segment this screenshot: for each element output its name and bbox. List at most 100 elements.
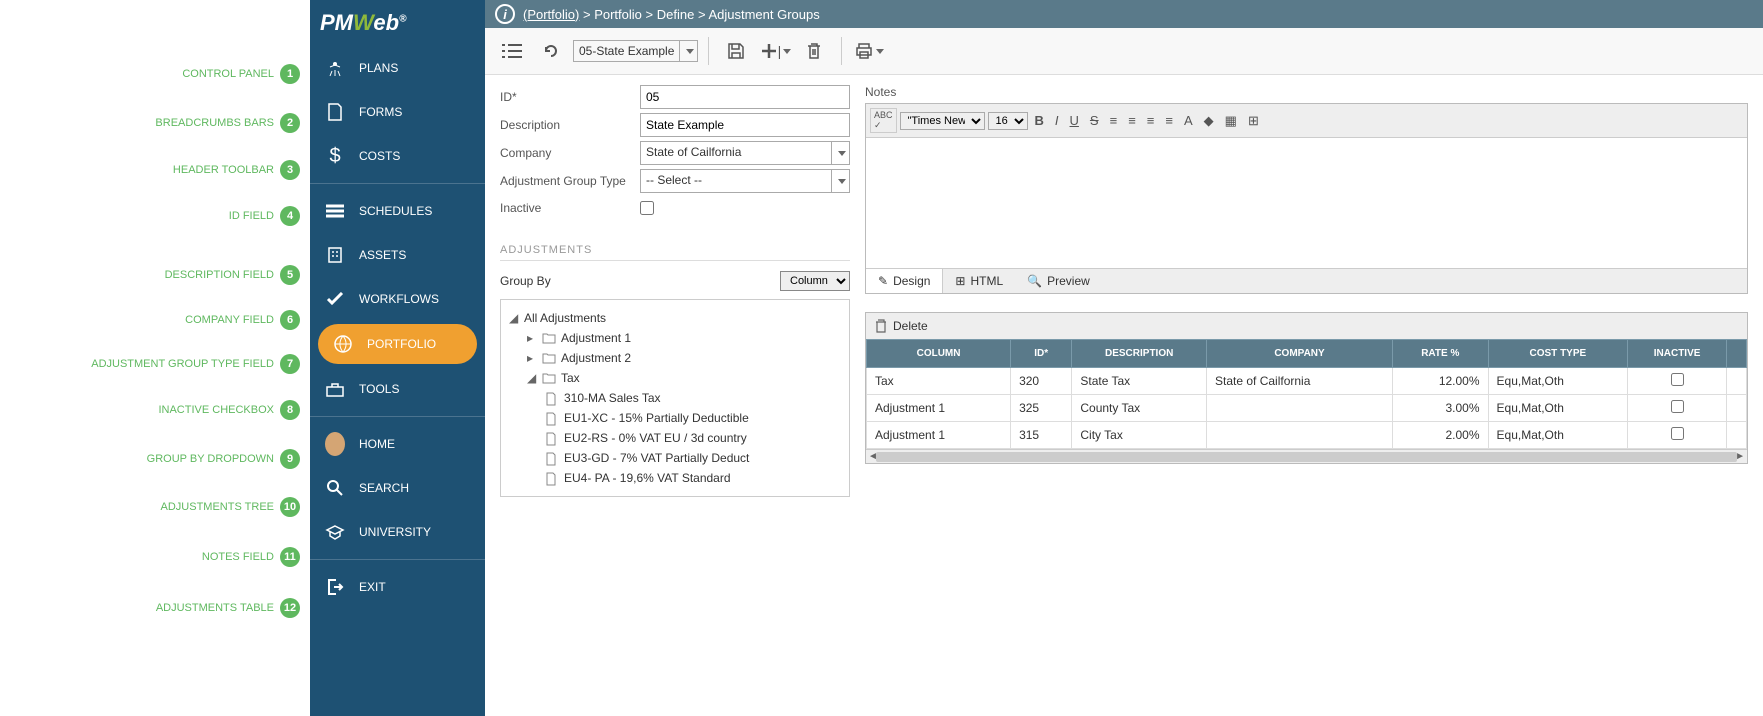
breadcrumb-define[interactable]: Define [657, 7, 695, 22]
add-button[interactable]: | [758, 34, 792, 68]
adjustment-group-type-field[interactable]: -- Select -- [640, 169, 850, 193]
tree-folder[interactable]: ◢ Tax [509, 368, 841, 388]
inactive-label: Inactive [500, 197, 640, 219]
breadcrumb-root[interactable]: (Portfolio) [523, 7, 579, 22]
file-icon [545, 432, 559, 444]
tree-folder[interactable]: ▸ Adjustment 2 [509, 348, 841, 368]
annotation-9: GROUP BY DROPDOWN9 [147, 449, 300, 469]
underline-icon[interactable]: U [1066, 111, 1083, 130]
table-delete-label[interactable]: Delete [893, 319, 928, 333]
tree-folder[interactable]: ▸ Adjustment 1 [509, 328, 841, 348]
annotation-10: ADJUSTMENTS TREE10 [161, 497, 300, 517]
tree-leaf[interactable]: EU4- PA - 19,6% VAT Standard [509, 468, 841, 488]
sidebar-item-schedules[interactable]: SCHEDULES [310, 189, 485, 233]
file-icon [545, 472, 559, 484]
undo-button[interactable] [534, 34, 568, 68]
form-fields: ID* Description Company State of Cailfor… [500, 85, 850, 219]
sidebar-item-tools[interactable]: TOOLS [310, 367, 485, 411]
sidebar-item-label: HOME [359, 437, 395, 451]
strike-icon[interactable]: S [1086, 111, 1103, 130]
sidebar-item-costs[interactable]: $COSTS [310, 134, 485, 178]
record-selector[interactable]: 05-State Example [573, 40, 698, 62]
adjustments-tree[interactable]: ◢ All Adjustments▸ Adjustment 1▸ Adjustm… [500, 299, 850, 497]
description-label: Description [500, 114, 640, 136]
row-inactive-checkbox[interactable] [1671, 400, 1684, 413]
list-toggle-button[interactable] [495, 34, 529, 68]
inactive-checkbox[interactable] [640, 201, 654, 215]
sidebar-item-home[interactable]: HOME [310, 422, 485, 466]
assets-icon [325, 245, 345, 265]
control-panel: PMWeb® PLANSFORMS$COSTSSCHEDULESASSETSWO… [310, 0, 485, 716]
table-row[interactable]: Adjustment 1315City Tax2.00%Equ,Mat,Oth [867, 422, 1747, 449]
sidebar-item-label: WORKFLOWS [359, 292, 439, 306]
info-icon[interactable]: i [495, 4, 515, 24]
tree-leaf[interactable]: EU3-GD - 7% VAT Partially Deduct [509, 448, 841, 468]
table-header[interactable]: RATE % [1393, 340, 1489, 368]
search-icon [325, 478, 345, 498]
spellcheck-icon[interactable]: ABC✓ [870, 108, 897, 133]
sidebar-item-portfolio[interactable]: PORTFOLIO [318, 324, 477, 364]
group-by-dropdown[interactable]: Column [780, 271, 850, 291]
folder-icon [542, 332, 556, 344]
tree-leaf[interactable]: EU1-XC - 15% Partially Deductible [509, 408, 841, 428]
table-row[interactable]: Adjustment 1325County Tax3.00%Equ,Mat,Ot… [867, 395, 1747, 422]
sidebar-item-label: SCHEDULES [359, 204, 432, 218]
notes-tab-html[interactable]: ⊞ HTML [943, 269, 1015, 293]
costs-icon: $ [325, 146, 345, 166]
sidebar-item-workflows[interactable]: WORKFLOWS [310, 277, 485, 321]
table-header[interactable]: DESCRIPTION [1072, 340, 1207, 368]
exit-icon [325, 577, 345, 597]
fill-color-icon[interactable]: ◆ [1200, 111, 1218, 131]
notes-label: Notes [865, 85, 1748, 99]
row-inactive-checkbox[interactable] [1671, 427, 1684, 440]
logo-eb: eb [373, 10, 399, 35]
align-right-icon[interactable]: ≡ [1143, 111, 1159, 130]
id-field[interactable] [640, 85, 850, 109]
folder-icon [542, 372, 556, 384]
table-header[interactable]: INACTIVE [1628, 340, 1727, 368]
table-icon[interactable]: ⊞ [1244, 111, 1263, 131]
font-color-icon[interactable]: A [1180, 111, 1197, 130]
company-field[interactable]: State of Cailfornia [640, 141, 850, 165]
company-label: Company [500, 142, 640, 164]
notes-editor[interactable] [866, 138, 1747, 268]
sidebar-item-university[interactable]: UNIVERSITY [310, 510, 485, 554]
tree-leaf[interactable]: 310-MA Sales Tax [509, 388, 841, 408]
sidebar-item-assets[interactable]: ASSETS [310, 233, 485, 277]
sidebar-item-forms[interactable]: FORMS [310, 90, 485, 134]
notes-tab-preview[interactable]: 🔍 Preview [1015, 269, 1102, 293]
table-row[interactable]: Tax320State TaxState of Cailfornia12.00%… [867, 368, 1747, 395]
font-select[interactable]: "Times New ... [900, 112, 985, 130]
sidebar-item-search[interactable]: SEARCH [310, 466, 485, 510]
align-justify-icon[interactable]: ≡ [1161, 111, 1177, 130]
breadcrumb-portfolio[interactable]: Portfolio [594, 7, 642, 22]
delete-button[interactable] [797, 34, 831, 68]
tree-root[interactable]: ◢ All Adjustments [509, 308, 841, 328]
save-button[interactable] [719, 34, 753, 68]
annotation-8: INACTIVE CHECKBOX8 [158, 400, 300, 420]
adjustments-header: ADJUSTMENTS [500, 234, 850, 261]
university-icon [325, 522, 345, 542]
align-left-icon[interactable]: ≡ [1106, 111, 1122, 130]
description-field[interactable] [640, 113, 850, 137]
table-header[interactable]: ID* [1011, 340, 1072, 368]
sidebar-item-plans[interactable]: PLANS [310, 46, 485, 90]
table-header[interactable]: COST TYPE [1488, 340, 1628, 368]
tree-leaf[interactable]: EU2-RS - 0% VAT EU / 3d country [509, 428, 841, 448]
table-header[interactable]: COMPANY [1207, 340, 1393, 368]
print-button[interactable] [852, 34, 886, 68]
image-icon[interactable]: ▦ [1221, 111, 1241, 131]
size-select[interactable]: 16px [988, 112, 1028, 130]
table-scrollbar[interactable]: ◄ ► [866, 449, 1747, 463]
annotation-1: CONTROL PANEL1 [182, 64, 300, 84]
align-center-icon[interactable]: ≡ [1124, 111, 1140, 130]
table-delete-icon[interactable] [874, 318, 888, 334]
row-inactive-checkbox[interactable] [1671, 373, 1684, 386]
magnify-icon: 🔍 [1027, 274, 1042, 288]
workflows-icon [325, 289, 345, 309]
sidebar-item-exit[interactable]: EXIT [310, 565, 485, 609]
bold-icon[interactable]: B [1031, 111, 1048, 130]
notes-tab-design[interactable]: ✎ Design [866, 269, 943, 293]
table-header[interactable]: COLUMN [867, 340, 1011, 368]
italic-icon[interactable]: I [1051, 111, 1063, 130]
